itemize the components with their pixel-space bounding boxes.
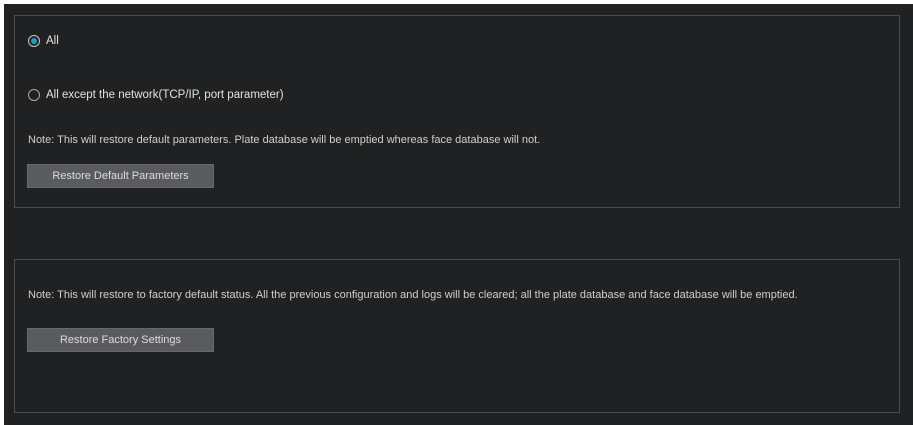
radio-option-all-label: All bbox=[46, 35, 59, 47]
restore-defaults-note: Note: This will restore default paramete… bbox=[28, 134, 541, 146]
restore-defaults-panel: All All except the network(TCP/IP, port … bbox=[14, 15, 900, 208]
settings-canvas: All All except the network(TCP/IP, port … bbox=[4, 4, 913, 425]
radio-unchecked-icon[interactable] bbox=[28, 89, 40, 101]
restore-factory-settings-button[interactable]: Restore Factory Settings bbox=[27, 328, 214, 352]
radio-option-all[interactable]: All bbox=[28, 35, 59, 47]
radio-checked-icon[interactable] bbox=[28, 35, 40, 47]
radio-option-all-except-network[interactable]: All except the network(TCP/IP, port para… bbox=[28, 89, 284, 101]
radio-option-except-network-label: All except the network(TCP/IP, port para… bbox=[46, 89, 284, 101]
factory-reset-note: Note: This will restore to factory defau… bbox=[28, 289, 798, 301]
factory-reset-panel: Note: This will restore to factory defau… bbox=[14, 259, 900, 413]
restore-default-parameters-button[interactable]: Restore Default Parameters bbox=[27, 164, 214, 188]
